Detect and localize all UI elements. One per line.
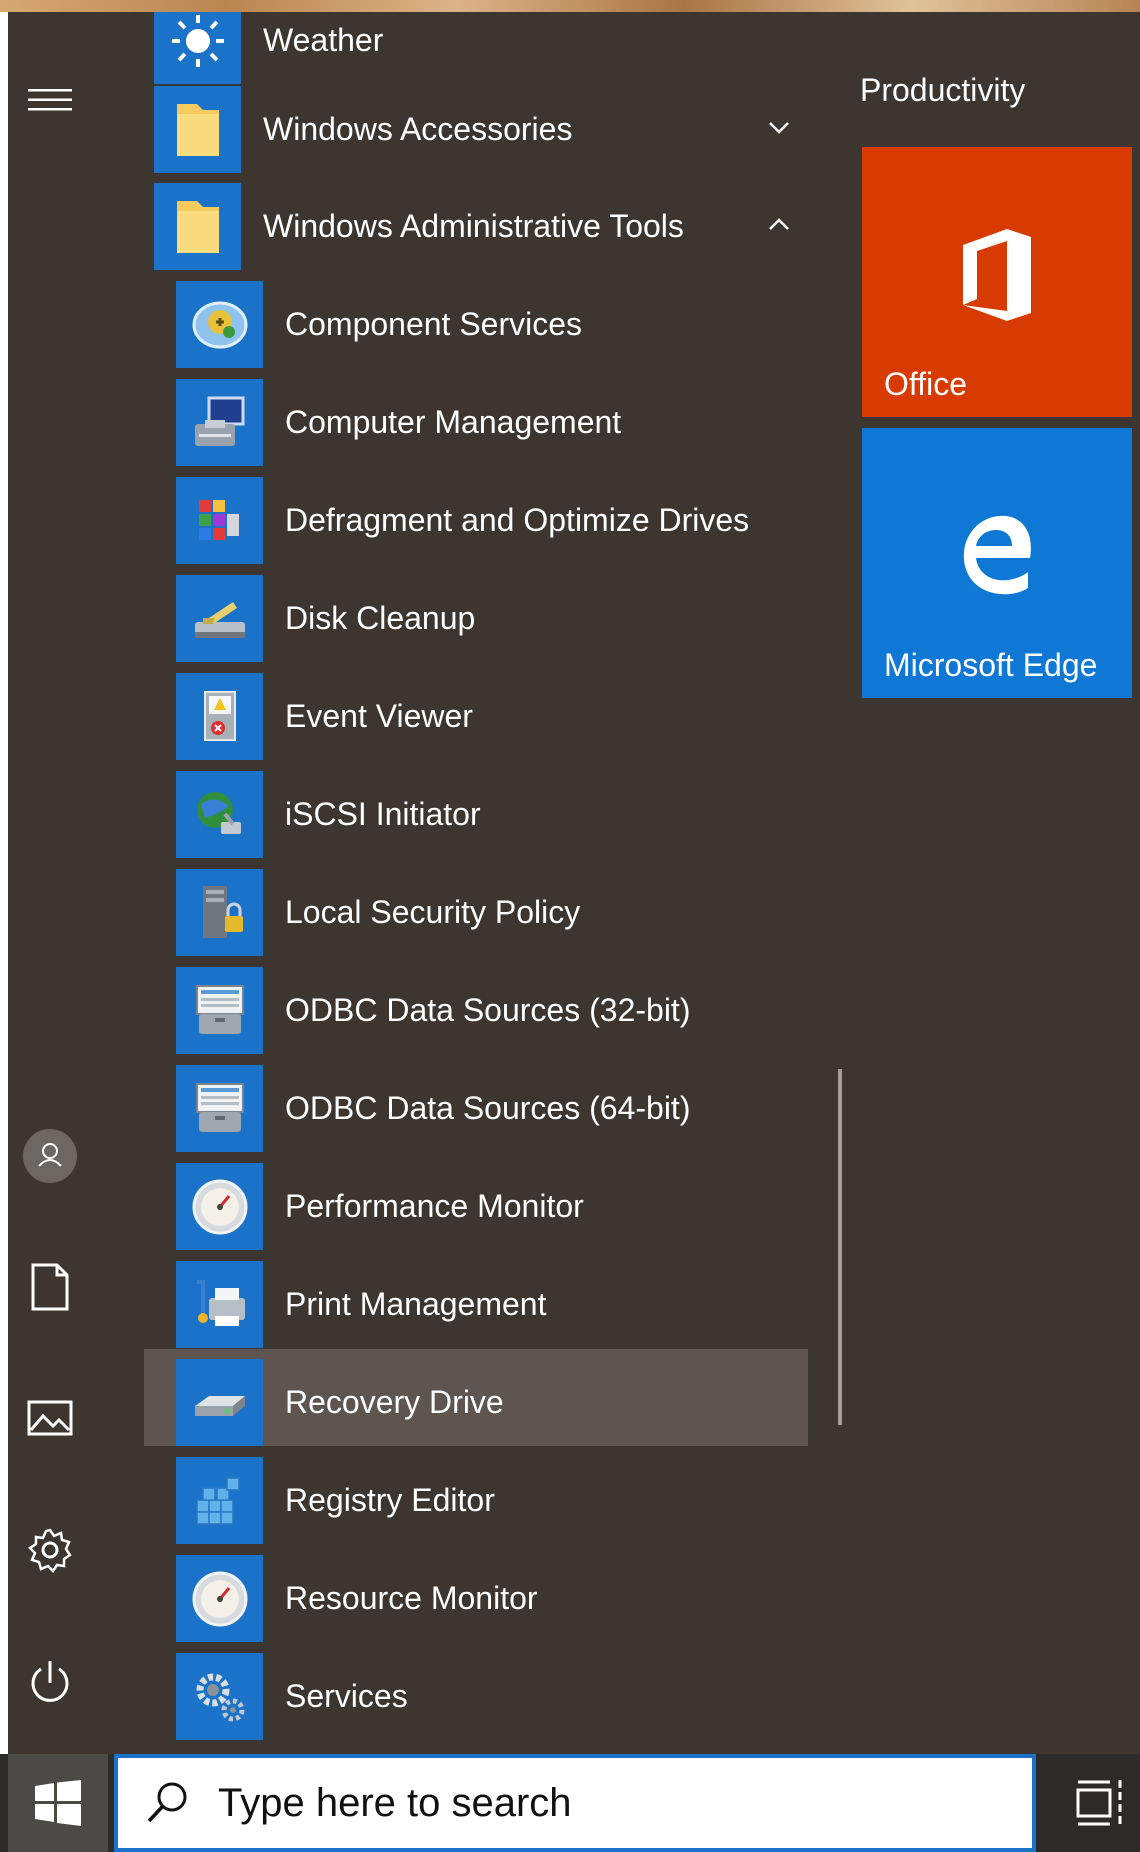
app-component-services[interactable]: Component Services [176, 276, 832, 373]
registry-editor-icon [176, 1457, 263, 1544]
documents-icon[interactable] [20, 1257, 80, 1317]
app-label: Services [285, 1678, 408, 1714]
app-label: Recovery Drive [285, 1384, 504, 1420]
folder-windows-administrative-tools[interactable]: Windows Administrative Tools [154, 178, 814, 275]
app-event-viewer[interactable]: Event Viewer [176, 668, 832, 765]
taskbar: Type here to search [0, 1754, 1140, 1852]
app-recovery-drive[interactable]: Recovery Drive [144, 1349, 832, 1451]
app-label: ODBC Data Sources (64-bit) [285, 1090, 691, 1126]
security-policy-icon [176, 869, 263, 956]
tile-group-title: Productivity [860, 72, 1026, 108]
computer-management-icon [176, 379, 263, 466]
wallpaper-strip [0, 0, 1140, 12]
app-label: Computer Management [285, 404, 622, 440]
hamburger-menu-icon[interactable] [20, 70, 80, 130]
app-list-scrollbar[interactable] [838, 1069, 842, 1425]
folder-windows-accessories[interactable]: Windows Accessories [154, 81, 814, 178]
chevron-up-icon[interactable] [762, 208, 796, 242]
app-label: Registry Editor [285, 1482, 495, 1518]
task-view-icon[interactable] [1074, 1776, 1128, 1830]
app-registry-editor[interactable]: Registry Editor [176, 1452, 832, 1549]
app-performance-monitor[interactable]: Performance Monitor [176, 1158, 832, 1255]
app-label: iSCSI Initiator [285, 796, 481, 832]
iscsi-icon [176, 771, 263, 858]
app-odbc-32[interactable]: ODBC Data Sources (32-bit) [176, 962, 832, 1059]
tile-microsoft-edge[interactable]: Microsoft Edge [862, 428, 1132, 698]
app-label: Event Viewer [285, 698, 473, 734]
app-weather[interactable]: Weather [154, 12, 814, 89]
app-label: Windows Accessories [263, 111, 573, 147]
tile-label: Office [884, 366, 967, 402]
app-print-management[interactable]: Print Management [176, 1256, 832, 1353]
search-icon [147, 1782, 187, 1823]
event-viewer-icon [176, 673, 263, 760]
screen: Weather Windows Accessories Windows Admi… [0, 0, 1140, 1852]
app-iscsi-initiator[interactable]: iSCSI Initiator [176, 766, 832, 863]
app-resource-monitor[interactable]: Resource Monitor [176, 1550, 832, 1647]
app-label: Component Services [285, 306, 583, 342]
app-local-security-policy[interactable]: Local Security Policy [176, 864, 832, 961]
edge-logo-icon [862, 508, 1132, 598]
gauge-icon [176, 1555, 263, 1642]
app-list: Weather Windows Accessories Windows Admi… [144, 12, 834, 1754]
tile-label: Microsoft Edge [884, 647, 1098, 683]
app-label: ODBC Data Sources (32-bit) [285, 992, 691, 1028]
weather-icon [154, 12, 241, 84]
start-button[interactable] [8, 1754, 108, 1852]
component-services-icon [176, 281, 263, 368]
gears-icon [176, 1653, 263, 1740]
pictures-icon[interactable] [20, 1388, 80, 1448]
app-label: Resource Monitor [285, 1580, 538, 1616]
gauge-icon [176, 1163, 263, 1250]
power-icon[interactable] [20, 1652, 80, 1712]
print-management-icon [176, 1261, 263, 1348]
app-computer-management[interactable]: Computer Management [176, 374, 832, 471]
office-logo-icon [862, 227, 1132, 323]
folder-icon [154, 86, 241, 173]
folder-icon [154, 183, 241, 270]
chevron-down-icon[interactable] [762, 111, 796, 145]
start-rail [8, 12, 92, 1754]
search-placeholder: Type here to search [218, 1780, 572, 1825]
odbc-icon [176, 1065, 263, 1152]
app-label: Print Management [285, 1286, 547, 1322]
app-label: Disk Cleanup [285, 600, 476, 636]
app-label: Defragment and Optimize Drives [285, 502, 750, 538]
tile-office[interactable]: Office [862, 147, 1132, 417]
app-defragment[interactable]: Defragment and Optimize Drives [176, 472, 832, 569]
app-label: Local Security Policy [285, 894, 581, 930]
odbc-icon [176, 967, 263, 1054]
settings-icon[interactable] [20, 1520, 80, 1580]
app-disk-cleanup[interactable]: Disk Cleanup [176, 570, 832, 667]
disk-cleanup-icon [176, 575, 263, 662]
app-label: Weather [263, 22, 384, 58]
app-label: Performance Monitor [285, 1188, 584, 1224]
app-odbc-64[interactable]: ODBC Data Sources (64-bit) [176, 1060, 832, 1157]
search-box[interactable]: Type here to search [114, 1754, 1036, 1852]
defrag-icon [176, 477, 263, 564]
user-icon[interactable] [20, 1126, 80, 1186]
windows-logo-icon [35, 1780, 81, 1826]
recovery-drive-icon [176, 1359, 263, 1446]
app-services[interactable]: Services [176, 1648, 832, 1745]
start-menu: Weather Windows Accessories Windows Admi… [8, 12, 1140, 1754]
app-label: Windows Administrative Tools [263, 208, 684, 244]
